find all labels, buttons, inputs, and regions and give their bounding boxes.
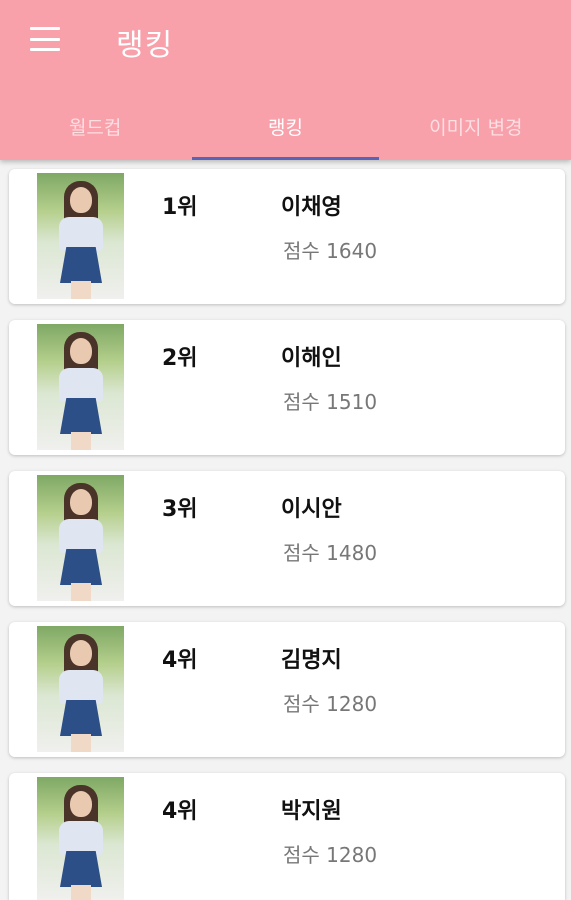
- rank-label: 1위: [162, 195, 198, 220]
- contestant-name: 박지원: [281, 799, 342, 824]
- ranking-item-4[interactable]: 4위 김명지 점수 1280: [9, 622, 565, 757]
- hamburger-menu-icon[interactable]: [30, 27, 60, 51]
- tab-change-image[interactable]: 이미지 변경: [381, 92, 571, 160]
- rank-label: 4위: [162, 799, 198, 824]
- score-text: 점수 1280: [283, 843, 378, 867]
- contestant-name: 이채영: [281, 195, 342, 220]
- contestant-photo: [37, 173, 124, 299]
- score-text: 점수 1480: [283, 541, 378, 565]
- page-title: 랭킹: [116, 28, 174, 63]
- score-text: 점수 1280: [283, 692, 378, 716]
- rank-label: 4위: [162, 648, 198, 673]
- rank-label: 2위: [162, 346, 198, 371]
- contestant-name: 김명지: [281, 648, 342, 673]
- tab-bar: 월드컵 랭킹 이미지 변경: [0, 92, 571, 160]
- contestant-photo: [37, 475, 124, 601]
- tab-worldcup[interactable]: 월드컵: [0, 92, 190, 160]
- tab-ranking[interactable]: 랭킹: [190, 92, 380, 160]
- app-bar: 랭킹 월드컵 랭킹 이미지 변경: [0, 0, 571, 160]
- ranking-item-2[interactable]: 2위 이해인 점수 1510: [9, 320, 565, 455]
- rank-label: 3위: [162, 497, 198, 522]
- ranking-item-3[interactable]: 3위 이시안 점수 1480: [9, 471, 565, 606]
- score-text: 점수 1510: [283, 390, 378, 414]
- score-text: 점수 1640: [283, 239, 378, 263]
- contestant-photo: [37, 324, 124, 450]
- ranking-item-1[interactable]: 1위 이채영 점수 1640: [9, 169, 565, 304]
- contestant-photo: [37, 626, 124, 752]
- contestant-name: 이해인: [281, 346, 342, 371]
- contestant-name: 이시안: [281, 497, 342, 522]
- contestant-photo: [37, 777, 124, 900]
- ranking-item-5[interactable]: 4위 박지원 점수 1280: [9, 773, 565, 900]
